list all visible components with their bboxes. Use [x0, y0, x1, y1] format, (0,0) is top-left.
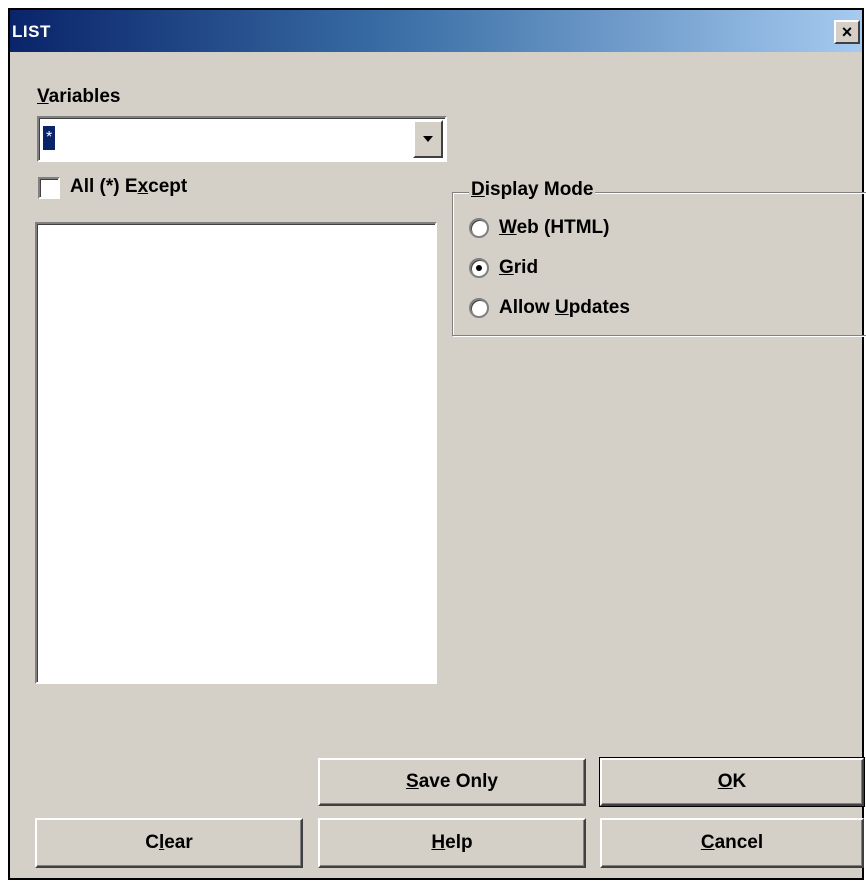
radio-button-grid[interactable]	[469, 258, 489, 278]
triangle-down-icon	[423, 136, 433, 142]
help-button[interactable]: Help	[318, 818, 586, 868]
radio-selected-dot	[476, 265, 482, 271]
radio-grid[interactable]: Grid	[469, 255, 538, 281]
radio-button-allow-updates[interactable]	[469, 298, 489, 318]
window-title: LIST	[12, 22, 51, 41]
clear-button[interactable]: Cl ear	[35, 818, 303, 868]
all-except-label[interactable]: All (*) Except	[70, 176, 187, 198]
variables-combobox[interactable]: *	[37, 116, 447, 162]
save-only-button[interactable]: Save Only	[318, 758, 586, 806]
radio-allow-updates[interactable]: Allow Updates	[469, 295, 630, 321]
list-dialog: LIST × Variables * All (*) Except Displa…	[8, 8, 866, 880]
close-icon: ×	[841, 22, 853, 42]
variables-listbox[interactable]	[35, 222, 437, 684]
radio-label-grid: Grid	[499, 257, 539, 278]
all-except-checkbox[interactable]	[38, 177, 60, 199]
display-mode-legend: Display Mode	[469, 179, 596, 201]
variables-label: Variables	[37, 86, 121, 107]
radio-label-allow-updates: Allow Updates	[499, 297, 630, 318]
radio-button-web-html[interactable]	[469, 218, 489, 238]
variables-dropdown-button[interactable]	[413, 120, 443, 158]
radio-label-web-html: Web (HTML)	[499, 217, 610, 238]
title-bar[interactable]: LIST ×	[10, 10, 862, 52]
close-button[interactable]: ×	[834, 20, 860, 44]
display-mode-group: Display Mode Web (HTML) Grid Allow Updat…	[452, 179, 866, 336]
ok-button[interactable]: OK	[599, 757, 865, 807]
variables-selected-value: *	[43, 126, 56, 150]
cancel-button[interactable]: Cancel	[600, 818, 864, 868]
radio-web-html[interactable]: Web (HTML)	[469, 215, 609, 241]
